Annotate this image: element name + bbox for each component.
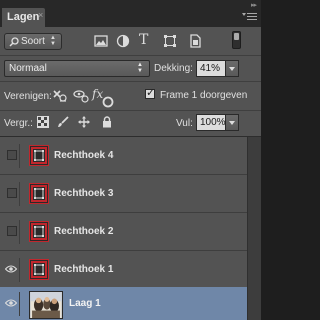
layer-row[interactable]: Rechthoek 4 xyxy=(0,137,247,175)
lock-position-icon[interactable] xyxy=(78,116,90,128)
chevron-down-icon xyxy=(229,121,235,125)
unify-visibility-icon[interactable] xyxy=(72,88,90,104)
layer-name: Rechthoek 1 xyxy=(54,264,114,275)
shape-layer-thumbnail-icon xyxy=(29,183,49,204)
lock-all-icon[interactable] xyxy=(101,116,113,128)
fill-input[interactable]: 100% xyxy=(196,114,226,131)
opacity-input[interactable]: 41% xyxy=(196,60,226,77)
lock-transparency-icon[interactable] xyxy=(37,116,49,128)
search-icon xyxy=(9,37,19,47)
visibility-off-icon xyxy=(7,150,17,160)
propagate-frame-label: Frame 1 doorgeven xyxy=(160,90,248,101)
visibility-off-icon xyxy=(7,226,17,236)
layer-name: Rechthoek 2 xyxy=(54,226,114,237)
image-filter-icon[interactable] xyxy=(94,34,108,48)
layer-name: Rechthoek 4 xyxy=(54,150,114,161)
layer-name: Rechthoek 3 xyxy=(54,188,114,199)
visibility-toggle[interactable] xyxy=(4,292,20,316)
close-icon[interactable]: × xyxy=(38,10,43,20)
panel-tab-strip: Lagen × ▸▸ xyxy=(0,0,261,27)
blend-row: Normaal ▲ ▼ Dekking: 41% xyxy=(0,56,261,81)
filter-kind-label: Soort xyxy=(21,36,45,47)
adjustment-filter-icon[interactable] xyxy=(116,34,130,48)
visibility-off-icon xyxy=(7,188,17,198)
unify-position-icon[interactable] xyxy=(51,88,69,104)
propagate-frame-checkbox[interactable] xyxy=(145,86,155,99)
panel-menu-icon[interactable] xyxy=(242,13,257,21)
collapse-icon[interactable]: ▸▸ xyxy=(251,1,257,9)
shape-layer-thumbnail-icon xyxy=(29,145,49,166)
opacity-dropdown-button[interactable] xyxy=(226,60,239,77)
chevron-updown-icon: ▲ ▼ xyxy=(137,62,143,74)
blend-mode-value: Normaal xyxy=(9,63,47,74)
opacity-label: Dekking: xyxy=(154,63,193,74)
visibility-toggle[interactable] xyxy=(4,258,20,282)
type-filter-icon[interactable]: T xyxy=(139,32,153,48)
lock-label: Vergr.: xyxy=(4,118,33,129)
shape-layer-thumbnail-icon xyxy=(29,221,49,242)
filter-toggle[interactable] xyxy=(232,31,241,49)
shape-layer-thumbnail-icon xyxy=(29,259,49,280)
layers-scrollbar[interactable] xyxy=(247,137,261,320)
lock-row: Vergr.: Vul: 100% xyxy=(0,110,261,136)
layer-row[interactable]: Rechthoek 3 xyxy=(0,175,247,213)
smart-object-filter-icon[interactable] xyxy=(188,34,202,48)
chevron-updown-icon: ▲ ▼ xyxy=(50,35,56,47)
fill-label: Vul: xyxy=(176,118,193,129)
layer-row[interactable]: Rechthoek 2 xyxy=(0,213,247,251)
image-layer-thumbnail xyxy=(29,291,63,319)
layers-panel: Lagen × ▸▸ Soort ▲ ▼ T Normaal ▲ ▼ Dekki… xyxy=(0,0,261,320)
layer-row-selected[interactable]: Laag 1 xyxy=(0,287,247,320)
layers-list: Rechthoek 4 Rechthoek 3 Rechthoek 2 Rech… xyxy=(0,137,247,320)
visibility-toggle[interactable] xyxy=(4,220,20,244)
filter-kind-select[interactable]: Soort ▲ ▼ xyxy=(4,33,62,50)
shape-filter-icon[interactable] xyxy=(163,34,177,48)
unify-label: Verenigen: xyxy=(4,91,52,102)
filter-row: Soort ▲ ▼ T xyxy=(0,27,261,55)
unify-style-badge-icon xyxy=(102,96,114,108)
fill-dropdown-button[interactable] xyxy=(226,114,239,131)
eye-icon xyxy=(5,299,17,307)
unify-row: Verenigen: fx Frame 1 doorgeven xyxy=(0,82,261,110)
layer-row[interactable]: Rechthoek 1 xyxy=(0,251,247,289)
visibility-toggle[interactable] xyxy=(4,144,20,168)
layer-name: Laag 1 xyxy=(69,298,101,309)
eye-icon xyxy=(5,265,17,273)
visibility-toggle[interactable] xyxy=(4,182,20,206)
tab-layers-label: Lagen xyxy=(7,11,40,23)
chevron-down-icon xyxy=(229,67,235,71)
blend-mode-select[interactable]: Normaal ▲ ▼ xyxy=(4,60,150,77)
lock-pixels-icon[interactable] xyxy=(57,116,69,128)
